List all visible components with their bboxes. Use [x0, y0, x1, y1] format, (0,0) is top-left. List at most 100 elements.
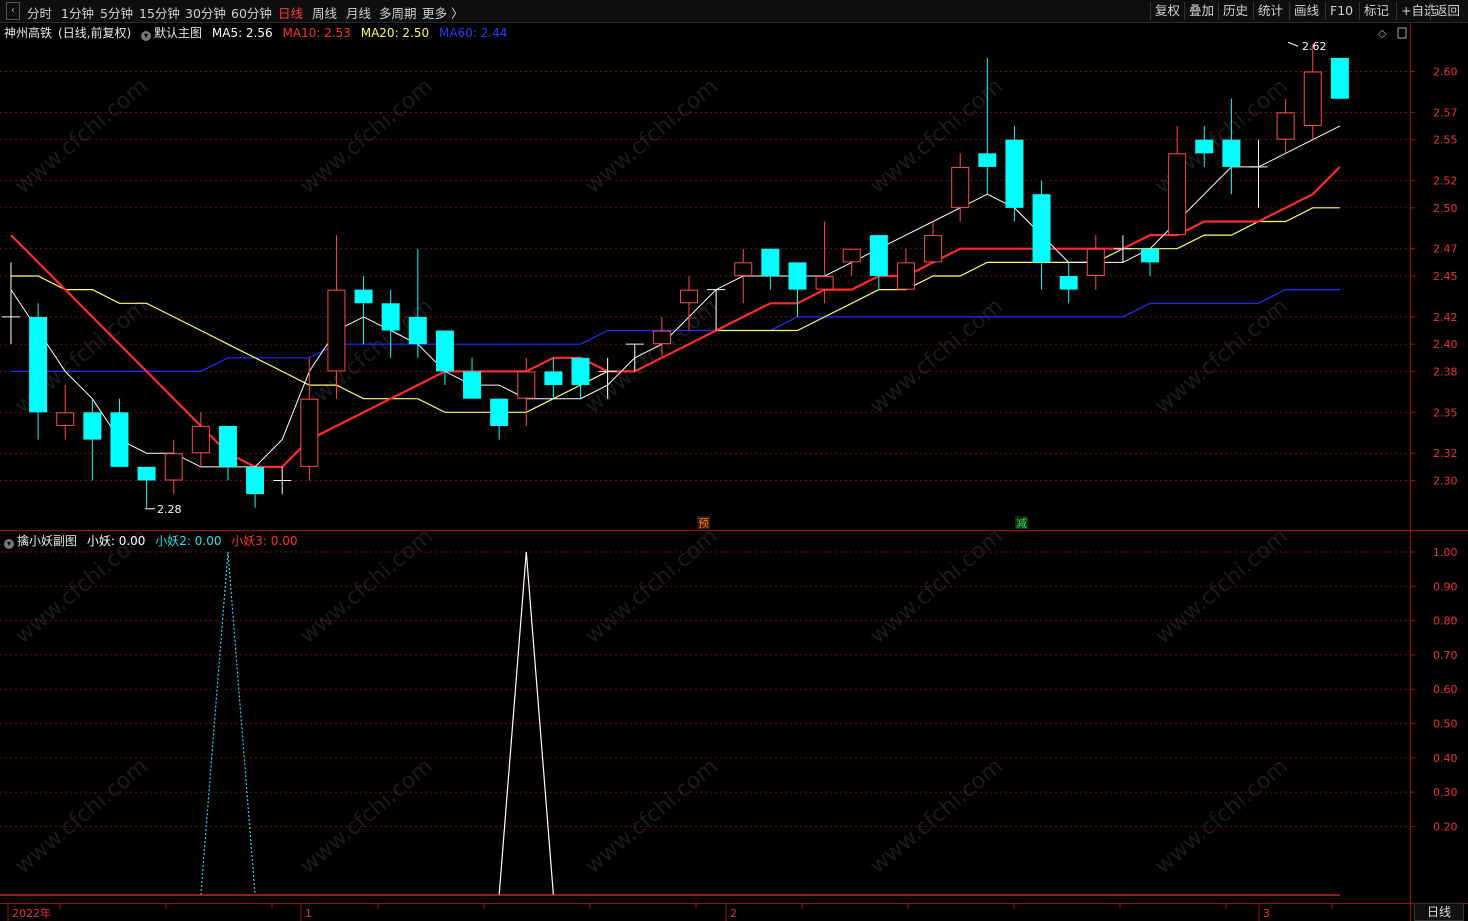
xiaoyao2-value: 小妖2: 0.00: [155, 534, 222, 548]
candle-body: [381, 303, 400, 331]
period-tag[interactable]: 日线: [1414, 903, 1464, 921]
candle-body: [327, 289, 346, 372]
date-label: 3: [1263, 907, 1270, 920]
high-marker-arrow: [1287, 41, 1299, 47]
price-tick-label: 2.40: [1433, 338, 1458, 351]
watermark-text: www.cfchi.com: [580, 754, 722, 879]
main-chart-legend: 神州高铁 (日线,前复权) ▾ 默认主图 MA5: 2.56 MA10: 2.53 …: [4, 24, 513, 41]
candle-body: [164, 453, 183, 481]
date-label: 2022年: [12, 906, 51, 920]
indicator-tick-label: 0.40: [1433, 752, 1458, 765]
candle-body: [354, 289, 373, 304]
indicator-tick-label: 0.30: [1433, 786, 1458, 799]
indicator-tick-label: 1.00: [1433, 546, 1458, 559]
watermark-text: www.cfchi.com: [580, 294, 722, 419]
signal-jian: 减: [1016, 517, 1027, 530]
candle-body: [246, 466, 265, 495]
candle-body: [896, 262, 915, 290]
candle-body: [408, 316, 427, 345]
candle-body: [191, 425, 210, 454]
indicator-tick-label: 0.50: [1433, 718, 1458, 731]
candle-body: [1222, 139, 1241, 167]
low-marker: 2.28: [157, 503, 182, 516]
candle-body: [1005, 139, 1024, 208]
price-tick-label: 2.45: [1433, 270, 1458, 283]
date-label: 1: [305, 907, 312, 920]
candle-body: [815, 276, 834, 290]
candle-body: [734, 262, 753, 277]
period-label: (日线,前复权): [58, 26, 132, 40]
candle-body: [680, 289, 698, 304]
candle-body: [56, 412, 75, 426]
high-marker: 2.62: [1302, 40, 1327, 53]
price-tick-label: 2.35: [1433, 406, 1458, 419]
ma20-line: [11, 207, 1340, 413]
candle-body: [544, 371, 563, 386]
price-tick-label: 2.38: [1433, 365, 1458, 378]
template-name[interactable]: 默认主图: [154, 26, 202, 40]
indicator-tick-label: 0.20: [1433, 820, 1458, 833]
indicator-tick-label: 0.70: [1433, 649, 1458, 662]
price-tick-label: 2.30: [1433, 475, 1458, 488]
watermark-text: www.cfchi.com: [295, 754, 437, 879]
candle-body: [1168, 153, 1187, 236]
xiaoyao3-value: 小妖3: 0.00: [231, 534, 298, 548]
indicator-legend: ▾ 擒小妖副图 小妖: 0.00 小妖2: 0.00 小妖3: 0.00: [4, 532, 304, 549]
xiaoyao-value: 小妖: 0.00: [86, 534, 146, 548]
candle-body: [435, 330, 454, 372]
candle-body: [951, 166, 970, 208]
candle-body: [1086, 248, 1105, 277]
window-icon: [1397, 27, 1407, 39]
candle-body: [218, 425, 237, 467]
stock-name[interactable]: 神州高铁: [4, 26, 52, 40]
ma10-value: MA10: 2.53: [282, 26, 351, 40]
watermark-text: www.cfchi.com: [1150, 754, 1292, 879]
candle-body: [652, 330, 671, 345]
price-tick-label: 2.42: [1433, 311, 1458, 324]
kline-chart: www.cfchi.com www.cfchi.com www.cfchi.com w…: [0, 22, 1468, 921]
indicator-tick-label: 0.60: [1433, 683, 1458, 696]
candle-body: [300, 398, 319, 467]
candle-body: [842, 248, 861, 263]
candle-body: [137, 466, 156, 481]
candle-body: [1032, 194, 1051, 263]
watermark-text: www.cfchi.com: [865, 294, 1007, 419]
candle-body: [788, 262, 807, 290]
candle-body: [83, 412, 102, 440]
ma60-value: MA60: 2.44: [438, 26, 508, 40]
candle-body: [869, 235, 888, 276]
price-tick-label: 2.55: [1433, 134, 1458, 147]
candle-body: [924, 235, 943, 263]
candle-body: [1141, 248, 1160, 263]
candle-body: [1195, 139, 1214, 154]
candle-body: [1059, 276, 1078, 290]
watermark-text: www.cfchi.com: [10, 754, 152, 879]
candle-body: [1303, 71, 1322, 127]
candle-body: [761, 248, 780, 276]
candle-body: [1330, 57, 1349, 99]
indicator-toggle-icon[interactable]: ▾: [4, 539, 14, 549]
diamond-icon: ◇: [1378, 27, 1387, 40]
ma20-value: MA20: 2.50: [360, 26, 430, 40]
candle-body: [517, 371, 536, 399]
candle-body: [490, 398, 509, 426]
ma5-value: MA5: 2.56: [211, 26, 273, 40]
indicator-tick-label: 0.80: [1433, 615, 1458, 628]
candle-body: [978, 153, 997, 167]
price-tick-label: 2.60: [1433, 66, 1458, 79]
ma5-line: [10, 125, 1341, 468]
price-tick-label: 2.52: [1433, 175, 1458, 188]
price-tick-label: 2.57: [1433, 106, 1458, 119]
watermark-text: www.cfchi.com: [865, 754, 1007, 879]
indicator-name[interactable]: 擒小妖副图: [17, 534, 77, 548]
candle-body: [571, 357, 590, 386]
indicator-tick-label: 0.90: [1433, 580, 1458, 593]
price-tick-label: 2.32: [1433, 447, 1458, 460]
candle-body: [110, 412, 129, 467]
date-label: 2: [730, 907, 737, 920]
template-toggle-icon[interactable]: ▾: [141, 31, 152, 41]
price-tick-label: 2.47: [1433, 243, 1458, 256]
candle-body: [1276, 112, 1295, 140]
signal-yu: 预: [698, 517, 709, 530]
candle-body: [29, 316, 48, 413]
